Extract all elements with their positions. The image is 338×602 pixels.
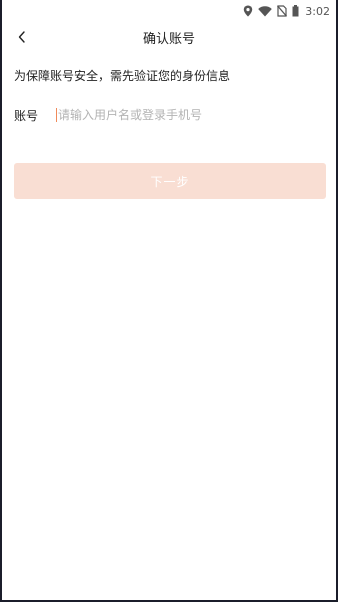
- status-bar: 3:02: [2, 0, 336, 22]
- screen: 3:02 确认账号 为保障账号安全，需先验证您的身份信息 账号 下一步: [2, 0, 336, 600]
- account-label: 账号: [14, 109, 39, 123]
- status-time: 3:02: [305, 4, 330, 18]
- next-button[interactable]: 下一步: [14, 163, 326, 199]
- battery-icon: [292, 5, 299, 17]
- status-icons: 3:02: [243, 3, 330, 19]
- no-sim-icon: [277, 5, 288, 17]
- nav-bar: 确认账号: [2, 22, 336, 52]
- verification-hint: 为保障账号安全，需先验证您的身份信息: [14, 69, 231, 83]
- account-input[interactable]: [58, 105, 318, 125]
- account-row: 账号: [14, 105, 326, 125]
- wifi-icon: [258, 5, 273, 16]
- location-icon: [244, 5, 253, 17]
- text-caret: [56, 108, 57, 122]
- page-title: 确认账号: [142, 32, 195, 47]
